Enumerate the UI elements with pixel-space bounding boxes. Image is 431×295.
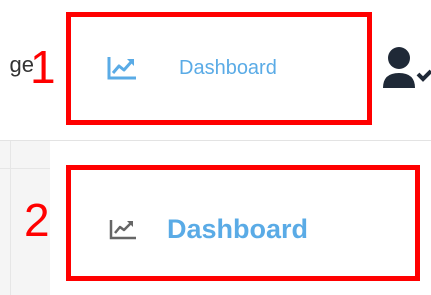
- table-row-line: [0, 168, 50, 169]
- annotation-box-2: [66, 165, 420, 281]
- annotation-number-1: 1: [30, 41, 56, 93]
- annotation-box-1: [66, 12, 372, 125]
- annotation-number-2: 2: [24, 194, 50, 246]
- partial-nav-text: ge: [9, 52, 34, 77]
- user-check-icon[interactable]: [382, 44, 431, 94]
- topbar-divider: [0, 140, 431, 141]
- table-column-line: [10, 141, 11, 295]
